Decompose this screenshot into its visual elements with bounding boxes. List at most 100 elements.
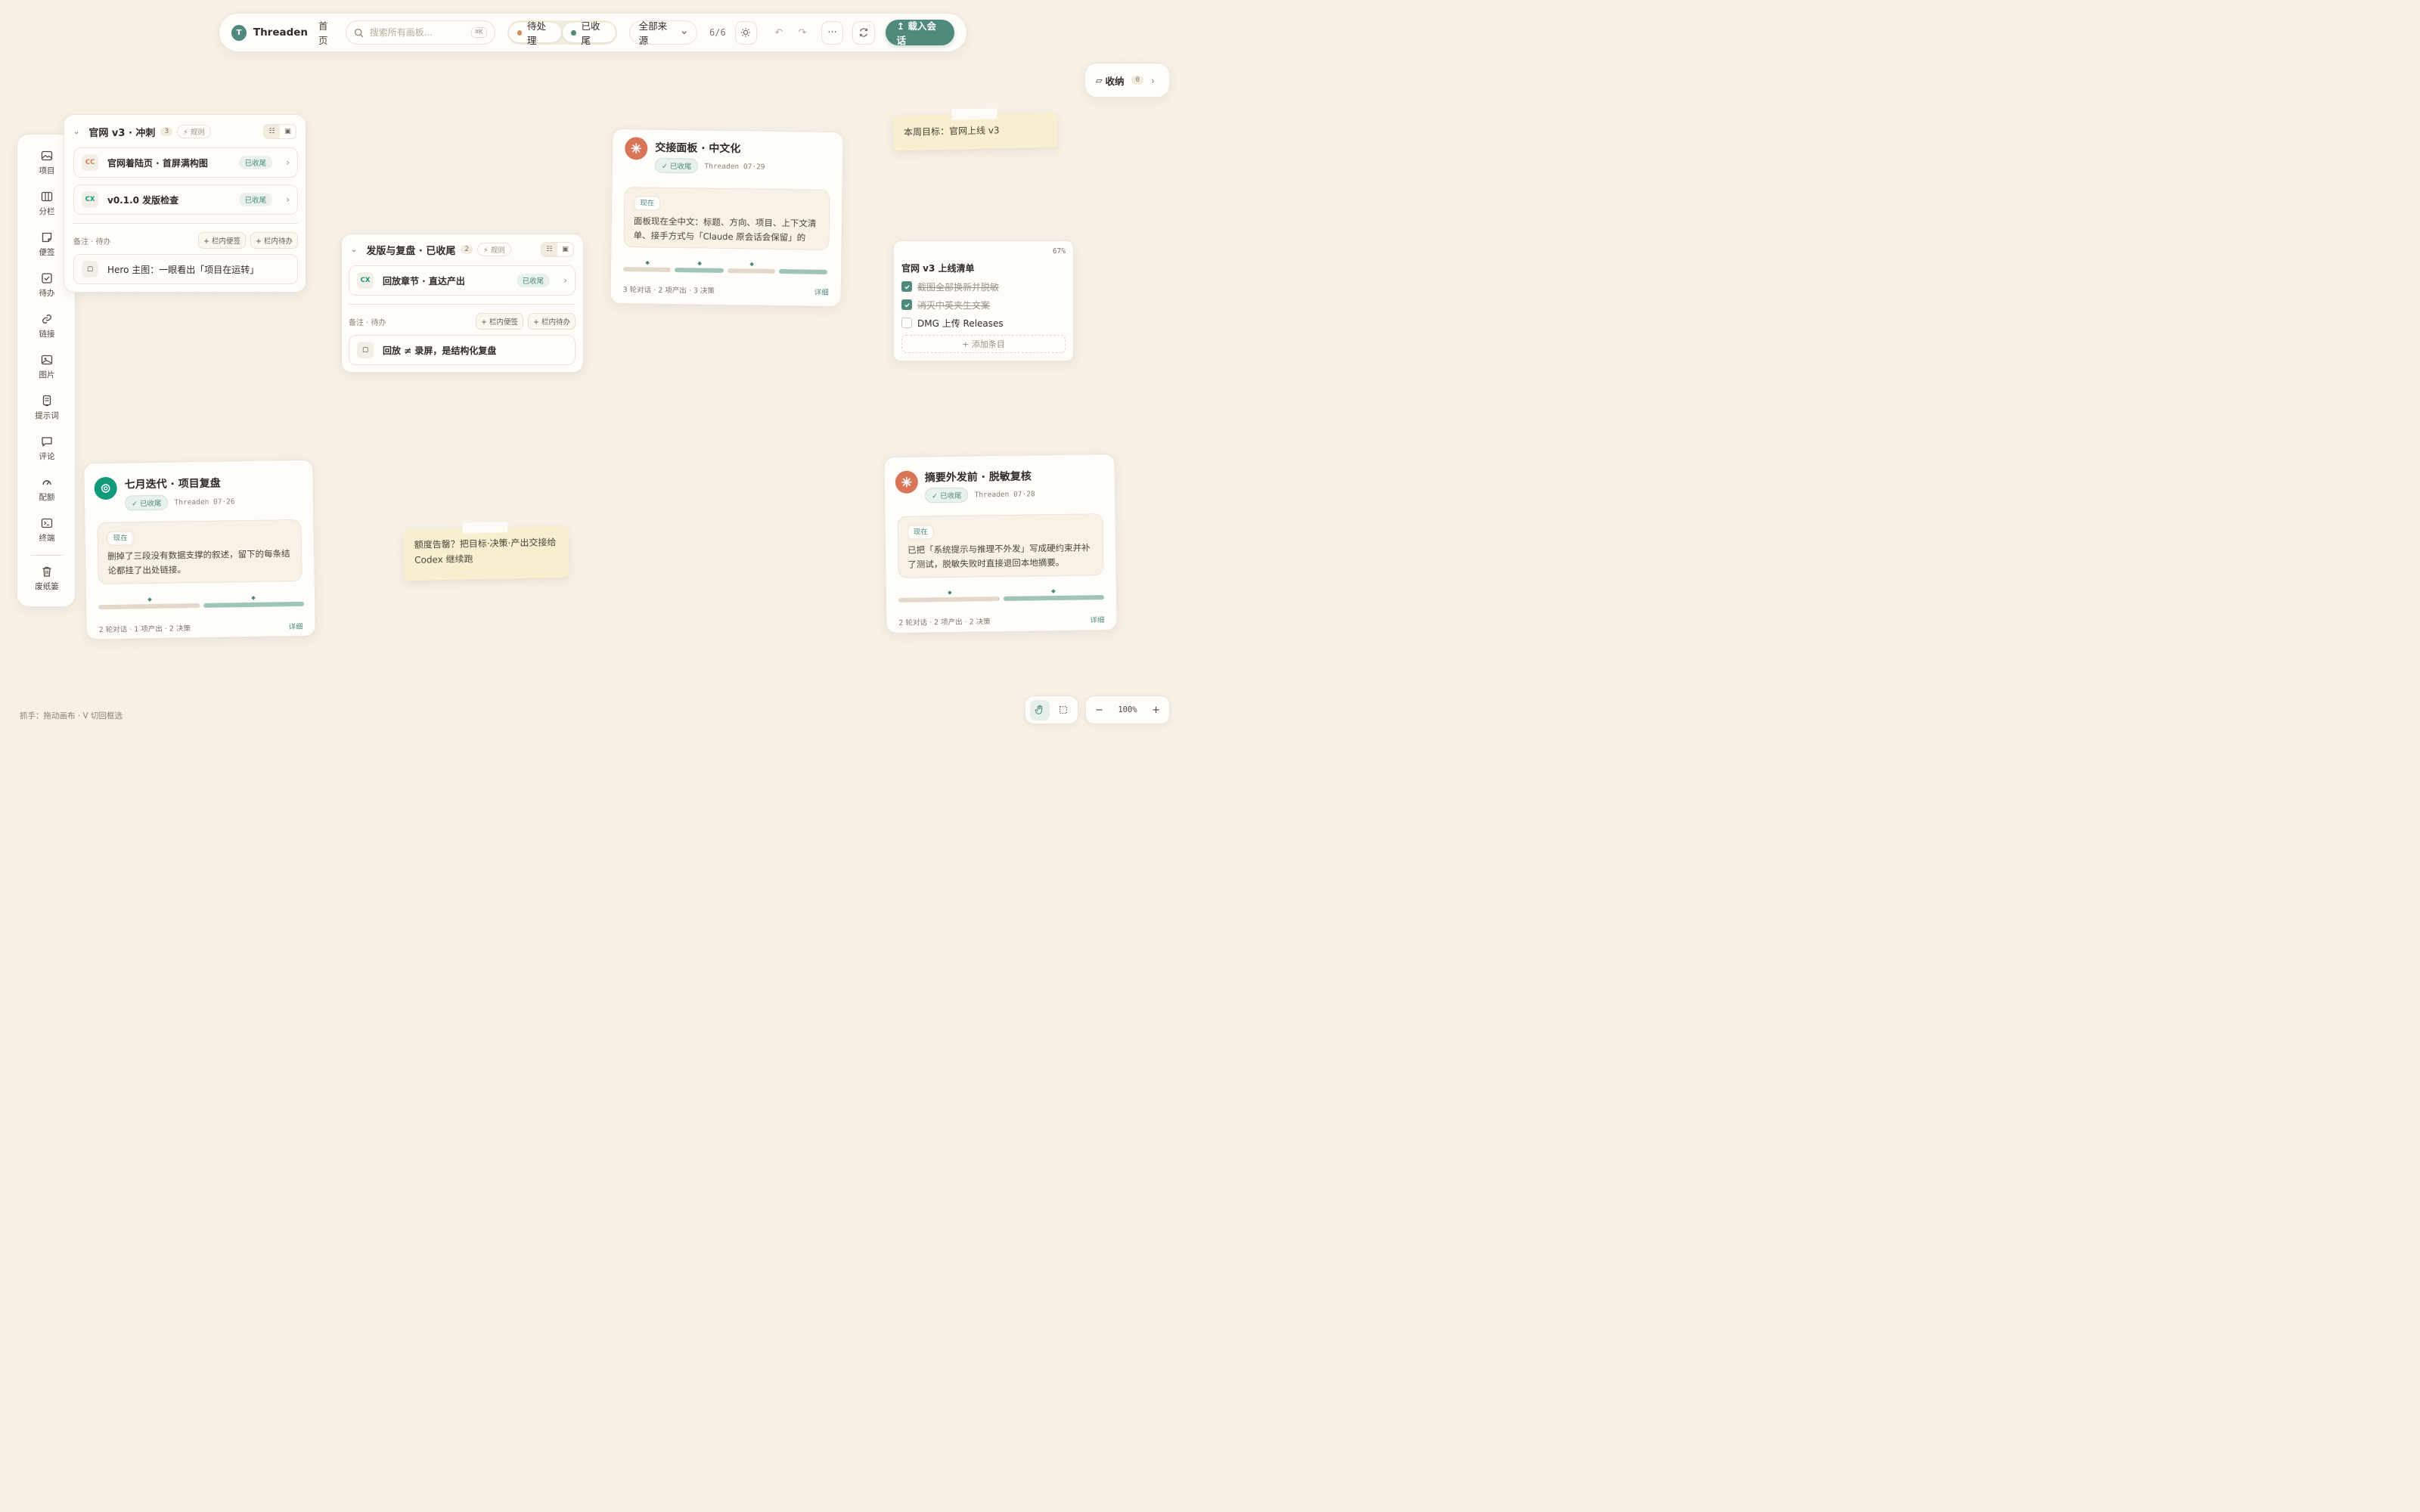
collapse-chevron-icon[interactable]: ⌄ bbox=[73, 128, 79, 136]
chevron-right-icon: › bbox=[286, 194, 290, 205]
detail-link[interactable]: 详细 bbox=[814, 287, 829, 297]
checked-box-icon[interactable] bbox=[901, 281, 912, 292]
add-note-button[interactable]: + 栏内便签 bbox=[198, 232, 247, 249]
add-todo-button[interactable]: + 栏内待办 bbox=[250, 232, 298, 249]
session-meta-row: ✓ 已收尾 Threaden 07·29 bbox=[654, 157, 765, 175]
list-view-icon[interactable]: ☷ bbox=[541, 243, 557, 256]
claude-icon bbox=[631, 143, 642, 154]
checked-box-icon[interactable] bbox=[901, 299, 912, 310]
sticky-text: 额度告罄？把目标·决策·产出交接给 Codex 继续跑 bbox=[414, 537, 557, 566]
sidebar-label: 项目 bbox=[39, 166, 55, 175]
filter-pending-button[interactable]: 待处理 bbox=[508, 20, 562, 46]
detail-link[interactable]: 详细 bbox=[288, 621, 303, 631]
view-toggle: ☷ ▣ bbox=[541, 242, 574, 257]
sidebar-label: 废纸篓 bbox=[35, 582, 59, 591]
sidebar-label: 提示词 bbox=[35, 411, 59, 420]
sidebar-item-picture[interactable]: 图片 bbox=[17, 354, 76, 380]
add-todo-button[interactable]: + 栏内待办 bbox=[528, 313, 576, 330]
inbox-panel[interactable]: ▱ 收纳 0 › bbox=[1084, 63, 1170, 98]
picture-icon bbox=[41, 355, 53, 365]
now-summary: 现在 删掉了三段没有数据支撑的叙述，留下的每条结论都挂了出处链接。 bbox=[97, 519, 302, 585]
column-card-sprint[interactable]: ⌄ 官网 v3 · 冲刺 3 ⚡ 规则 ☷ ▣ CC 官网着陆页 · 首屏满构图 已收… bbox=[64, 114, 306, 293]
checklist-item[interactable]: 截图全部换新并脱敏 bbox=[901, 277, 1066, 296]
rule-button[interactable]: ⚡ 规则 bbox=[477, 243, 511, 256]
unchecked-box-icon[interactable] bbox=[901, 318, 912, 328]
checklist-item-text: 消灭中英夹生文案 bbox=[917, 299, 991, 311]
checklist-item[interactable]: 消灭中英夹生文案 bbox=[901, 296, 1066, 314]
gauge-icon bbox=[42, 480, 51, 485]
source-tag: CX bbox=[357, 272, 374, 289]
session-row[interactable]: CX v0.1.0 发版检查 已收尾 › bbox=[73, 184, 298, 215]
session-row-title: 回放章节 · 直达产出 bbox=[383, 275, 465, 287]
openai-icon bbox=[101, 484, 110, 493]
checklist-item[interactable]: DMG 上传 Releases bbox=[901, 314, 1066, 332]
sidebar-item-terminal[interactable]: 终端 bbox=[17, 517, 76, 544]
detail-link[interactable]: 详细 bbox=[1090, 614, 1104, 624]
card-view-icon[interactable]: ▣ bbox=[280, 125, 296, 138]
collapse-chevron-icon[interactable]: ⌄ bbox=[351, 246, 357, 254]
claude-avatar bbox=[895, 470, 919, 494]
redo-button[interactable]: ↷ bbox=[791, 20, 814, 45]
timeline-segment bbox=[1003, 595, 1105, 601]
filter-done-label: 已收尾 bbox=[581, 20, 600, 46]
session-meta: Threaden 07·26 bbox=[174, 497, 235, 507]
sidebar-item-comment[interactable]: 评论 bbox=[17, 435, 76, 462]
load-session-button[interactable]: ↥ 载入会话 bbox=[885, 20, 954, 46]
inbox-icon: ▱ bbox=[1096, 75, 1103, 85]
column-note[interactable]: ▢ 回放 ≠ 录屏，是结构化复盘 bbox=[349, 335, 576, 365]
timeline-marker bbox=[147, 597, 152, 602]
sidebar-item-trash[interactable]: 废纸篓 bbox=[17, 565, 76, 592]
search-input[interactable] bbox=[369, 27, 471, 38]
search-icon bbox=[354, 28, 363, 37]
session-card-retro[interactable]: 七月迭代 · 项目复盘 ✓ 已收尾 Threaden 07·26 现在 删掉了三段没… bbox=[83, 459, 316, 640]
sidebar-label: 链接 bbox=[39, 330, 55, 339]
divider bbox=[73, 223, 298, 224]
rule-button[interactable]: ⚡ 规则 bbox=[177, 125, 211, 138]
timeline-marker bbox=[948, 590, 952, 595]
session-card-redaction[interactable]: 摘要外发前 · 脱敏复核 ✓ 已收尾 Threaden 07·28 现在 已把「系统… bbox=[883, 453, 1118, 634]
card-view-icon[interactable]: ▣ bbox=[557, 243, 573, 256]
status-badge: 已收尾 bbox=[238, 156, 273, 169]
source-dropdown[interactable]: 全部来源 bbox=[628, 20, 698, 46]
undo-button[interactable]: ↶ bbox=[768, 20, 790, 45]
timeline-segment bbox=[727, 268, 776, 274]
sidebar-item-quota[interactable]: 配额 bbox=[17, 476, 76, 503]
timeline-segment bbox=[778, 268, 828, 274]
sidebar-item-prompt[interactable]: 提示词 bbox=[17, 395, 76, 421]
session-card-handoff[interactable]: 交接面板 · 中文化 ✓ 已收尾 Threaden 07·29 现在 面板现在全中文… bbox=[610, 128, 844, 308]
sticky-note-goal[interactable]: 本周目标：官网上线 v3 bbox=[892, 108, 1058, 151]
column-header: ⌄ 发版与复盘 · 已收尾 2 ⚡ 规则 ☷ ▣ bbox=[342, 236, 583, 263]
note-icon bbox=[42, 232, 52, 243]
column-title: 发版与复盘 · 已收尾 bbox=[366, 245, 456, 257]
image-icon bbox=[41, 150, 53, 161]
list-view-icon[interactable]: ☷ bbox=[264, 125, 280, 138]
zoom-in-button[interactable]: + bbox=[1152, 705, 1160, 716]
chevron-right-icon: › bbox=[286, 157, 290, 168]
add-note-button[interactable]: + 栏内便签 bbox=[476, 313, 524, 330]
select-tool-button[interactable] bbox=[1054, 700, 1074, 720]
more-button[interactable]: ··· bbox=[821, 20, 844, 45]
hand-tool-button[interactable] bbox=[1030, 699, 1050, 720]
sticky-note-quota[interactable]: 额度告罄？把目标·决策·产出交接给 Codex 继续跑 bbox=[403, 522, 569, 581]
session-stats: 3 轮对话 · 2 项产出 · 3 决策 详细 bbox=[623, 284, 829, 297]
zoom-out-button[interactable]: − bbox=[1095, 705, 1103, 716]
theme-button[interactable] bbox=[734, 20, 758, 45]
note-icon: ▢ bbox=[357, 342, 374, 358]
search-box[interactable]: ⌘K bbox=[345, 20, 495, 45]
trash-icon bbox=[42, 566, 51, 577]
sidebar-item-link[interactable]: 链接 bbox=[17, 313, 76, 339]
session-title: 摘要外发前 · 脱敏复核 bbox=[924, 470, 1032, 485]
now-text: 已把「系统提示与推理不外发」写成硬约束并补了测试，脱敏失败时直接退回本地摘要。 bbox=[908, 542, 1091, 570]
pending-dot-icon bbox=[517, 29, 523, 36]
add-item-button[interactable]: + 添加条目 bbox=[901, 335, 1066, 353]
column-note[interactable]: ▢ Hero 主图：一眼看出「项目在运转」 bbox=[73, 254, 298, 284]
home-link[interactable]: 首页 bbox=[318, 18, 337, 47]
checklist-card[interactable]: 67% 官网 v3 上线清单 截图全部换新并脱敏 消灭中英夹生文案 DMG 上传… bbox=[893, 240, 1074, 361]
session-row[interactable]: CC 官网着陆页 · 首屏满构图 已收尾 › bbox=[73, 147, 298, 178]
column-card-release[interactable]: ⌄ 发版与复盘 · 已收尾 2 ⚡ 规则 ☷ ▣ CX 回放章节 · 直达产出 已收尾… bbox=[341, 234, 584, 373]
session-row[interactable]: CX 回放章节 · 直达产出 已收尾 › bbox=[349, 265, 576, 296]
filter-done-button[interactable]: 已收尾 bbox=[563, 20, 616, 46]
refresh-button[interactable] bbox=[852, 20, 875, 45]
session-title: 七月迭代 · 项目复盘 bbox=[124, 477, 221, 491]
search-shortcut: ⌘K bbox=[470, 27, 487, 38]
